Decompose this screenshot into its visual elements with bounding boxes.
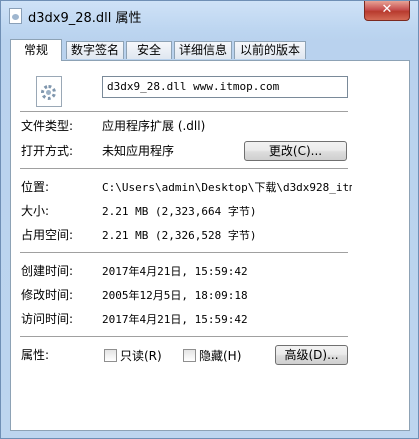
separator	[20, 252, 348, 253]
tab-details[interactable]: 详细信息	[174, 41, 232, 59]
modified-label: 修改时间:	[21, 288, 74, 302]
separator	[20, 336, 348, 337]
window-title: d3dx9_28.dll 属性	[28, 11, 142, 26]
readonly-label[interactable]: 只读(R)	[120, 347, 162, 364]
location-label: 位置:	[21, 180, 50, 194]
close-button[interactable]: ✕	[364, 1, 410, 21]
hidden-label[interactable]: 隐藏(H)	[199, 347, 241, 364]
general-panel: d3dx9_28.dll www.itmop.com 文件类型: 应用程序扩展 …	[10, 60, 410, 431]
properties-window: d3dx9_28.dll 属性 ✕ 常规 数字签名 安全 详细信息 以前的版本 …	[0, 0, 419, 439]
change-button[interactable]: 更改(C)...	[244, 141, 347, 161]
hidden-checkbox[interactable]	[183, 349, 196, 362]
file-type-label: 文件类型:	[21, 119, 74, 133]
attributes-label: 属性:	[21, 348, 50, 362]
location-value: C:\Users\admin\Desktop\下载\d3dx928_itmop	[102, 181, 352, 194]
file-type-value: 应用程序扩展 (.dll)	[102, 119, 206, 133]
tab-digital-signatures[interactable]: 数字签名	[66, 41, 124, 59]
open-with-value: 未知应用程序	[102, 144, 175, 158]
gear-icon	[41, 85, 56, 100]
created-label: 创建时间:	[21, 264, 74, 278]
tab-previous-versions[interactable]: 以前的版本	[234, 41, 306, 59]
disk-size-label: 占用空间:	[21, 228, 74, 242]
accessed-value: 2017年4月21日, 15:59:42	[102, 313, 248, 326]
accessed-label: 访问时间:	[21, 312, 74, 326]
size-value: 2.21 MB (2,323,664 字节)	[102, 205, 257, 218]
created-value: 2017年4月21日, 15:59:42	[102, 265, 248, 278]
dll-file-icon	[9, 8, 22, 24]
title-bar[interactable]: d3dx9_28.dll 属性 ✕	[1, 1, 418, 32]
readonly-checkbox[interactable]	[104, 349, 117, 362]
separator	[20, 168, 348, 169]
disk-size-value: 2.21 MB (2,326,528 字节)	[102, 229, 257, 242]
tab-general[interactable]: 常规	[10, 39, 62, 61]
tab-security[interactable]: 安全	[126, 41, 172, 59]
modified-value: 2005年12月5日, 18:09:18	[102, 289, 248, 302]
tab-strip: 常规 数字签名 安全 详细信息 以前的版本	[10, 39, 410, 61]
size-label: 大小:	[21, 204, 50, 218]
dll-gear-file-icon	[36, 76, 62, 107]
advanced-button[interactable]: 高级(D)...	[275, 345, 348, 365]
open-with-label: 打开方式:	[21, 144, 74, 158]
separator	[20, 111, 348, 112]
file-name-input[interactable]: d3dx9_28.dll www.itmop.com	[102, 76, 348, 98]
